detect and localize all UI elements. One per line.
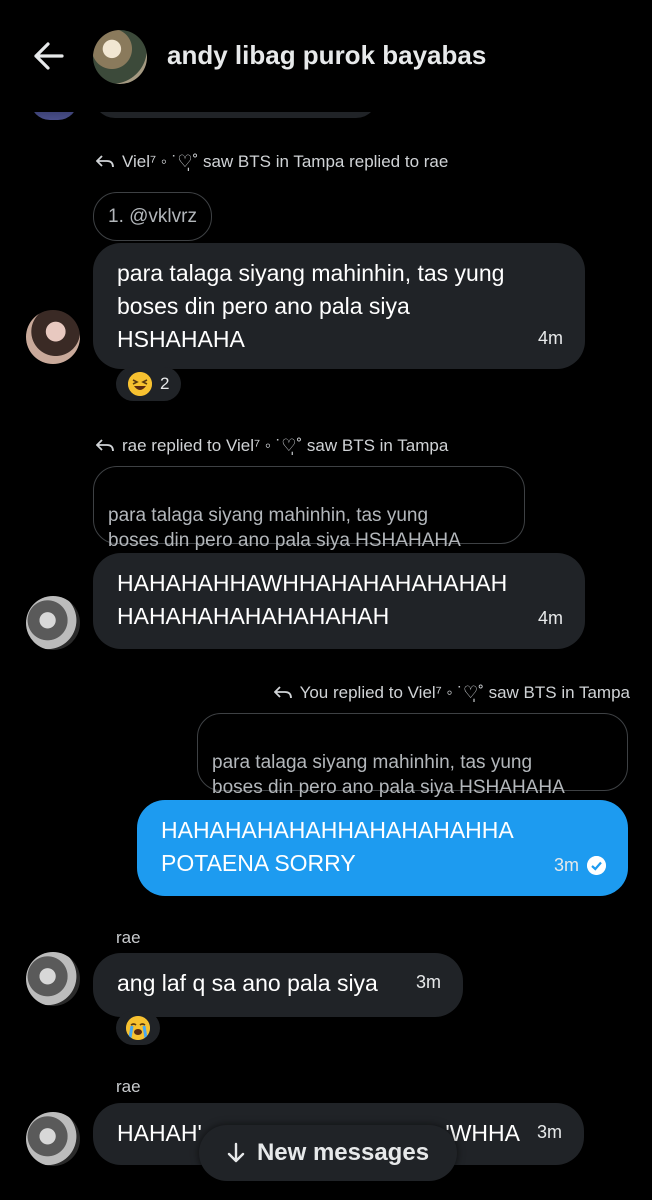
conversation-scroll[interactable]: Viel⁷ ◦ ˙♡̩˚ saw BTS in Tampa replied to… bbox=[0, 0, 652, 1200]
message-time: 3m bbox=[537, 1116, 562, 1149]
conversation-title[interactable]: andy libag purok bayabas bbox=[167, 40, 486, 71]
quoted-text: para talaga siyang mahinhin, tas yung bo… bbox=[108, 505, 461, 551]
message-text: HAHAHAHHAWHHAHAHAHAHAHAH HAHAHAHAHAHAHAH… bbox=[117, 570, 508, 629]
reaction-count: 2 bbox=[160, 374, 170, 393]
message-text: ang laf q sa ano pala siya bbox=[117, 970, 378, 996]
reply-context-text: rae replied to Viel⁷ ◦ ˙♡̩˚ saw BTS in T… bbox=[122, 436, 449, 455]
reaction-badge[interactable]: 2 bbox=[116, 367, 182, 401]
reply-context: Viel⁷ ◦ ˙♡̩˚ saw BTS in Tampa replied to… bbox=[96, 152, 448, 172]
time-text: 3m bbox=[415, 972, 441, 992]
message-bubble[interactable]: ang laf q sa ano pala siya 3m bbox=[93, 953, 463, 1017]
reply-icon bbox=[96, 155, 114, 168]
reply-context-text: You replied to Viel⁷ ◦ ˙♡̩˚ saw BTS in T… bbox=[299, 683, 630, 702]
message-text: HAHAHAHAHAHHAHAHAHAHHA POTAENA SORRY bbox=[161, 817, 514, 876]
read-check-icon bbox=[587, 856, 606, 875]
time-text: 3m bbox=[536, 1122, 562, 1142]
loudly-crying-face-icon bbox=[126, 1016, 150, 1040]
message-time: 4m bbox=[538, 322, 563, 355]
time-text: 4m bbox=[537, 608, 563, 628]
quoted-message[interactable]: para talaga siyang mahinhin, tas yung bo… bbox=[93, 466, 525, 551]
reply-icon bbox=[273, 686, 292, 699]
message-bubble[interactable]: HAHAHAHHAWHHAHAHAHAHAHAH HAHAHAHAHAHAHAH… bbox=[93, 553, 585, 649]
quoted-message[interactable]: 1. @vklvrz bbox=[93, 192, 212, 241]
message-bubble[interactable]: para talaga siyang mahinhin, tas yung bo… bbox=[93, 243, 585, 369]
quoted-text: 1. @vklvrz bbox=[108, 206, 197, 227]
message-text: para talaga siyang mahinhin, tas yung bo… bbox=[117, 260, 505, 352]
group-avatar[interactable] bbox=[93, 30, 147, 84]
new-messages-button[interactable]: New messages bbox=[199, 1125, 457, 1181]
avatar[interactable] bbox=[26, 1112, 80, 1166]
reaction-badge[interactable] bbox=[116, 1011, 160, 1045]
message-text-end: 'WHHA bbox=[445, 1120, 520, 1146]
sender-name: rae bbox=[116, 928, 141, 947]
message-time: 3m bbox=[416, 966, 441, 999]
conversation-header: andy libag purok bayabas bbox=[0, 0, 652, 112]
reply-context: rae replied to Viel⁷ ◦ ˙♡̩˚ saw BTS in T… bbox=[96, 436, 448, 456]
arrow-left-icon[interactable] bbox=[28, 38, 68, 74]
reply-icon bbox=[96, 439, 114, 452]
grinning-squinting-face-icon bbox=[128, 372, 152, 396]
avatar[interactable] bbox=[26, 952, 80, 1006]
message-time: 3m bbox=[554, 849, 606, 882]
quoted-text: para talaga siyang mahinhin, tas yung bo… bbox=[212, 752, 565, 798]
message-time: 4m bbox=[538, 602, 563, 635]
time-text: 4m bbox=[537, 328, 563, 348]
arrow-down-icon bbox=[227, 1142, 245, 1163]
reply-context: You replied to Viel⁷ ◦ ˙♡̩˚ saw BTS in T… bbox=[273, 683, 630, 703]
sender-name: rae bbox=[116, 1077, 141, 1096]
avatar[interactable] bbox=[26, 596, 80, 650]
avatar[interactable] bbox=[26, 310, 80, 364]
quoted-message[interactable]: para talaga siyang mahinhin, tas yung bo… bbox=[197, 713, 628, 798]
message-text-start: HAHAH' bbox=[117, 1120, 202, 1146]
time-text: 3m bbox=[553, 855, 579, 875]
reply-context-text: Viel⁷ ◦ ˙♡̩˚ saw BTS in Tampa replied to… bbox=[122, 152, 449, 171]
new-messages-label: New messages bbox=[256, 1139, 430, 1166]
message-bubble[interactable]: HAHAHAHAHAHHAHAHAHAHHA POTAENA SORRY 3m bbox=[137, 800, 628, 896]
